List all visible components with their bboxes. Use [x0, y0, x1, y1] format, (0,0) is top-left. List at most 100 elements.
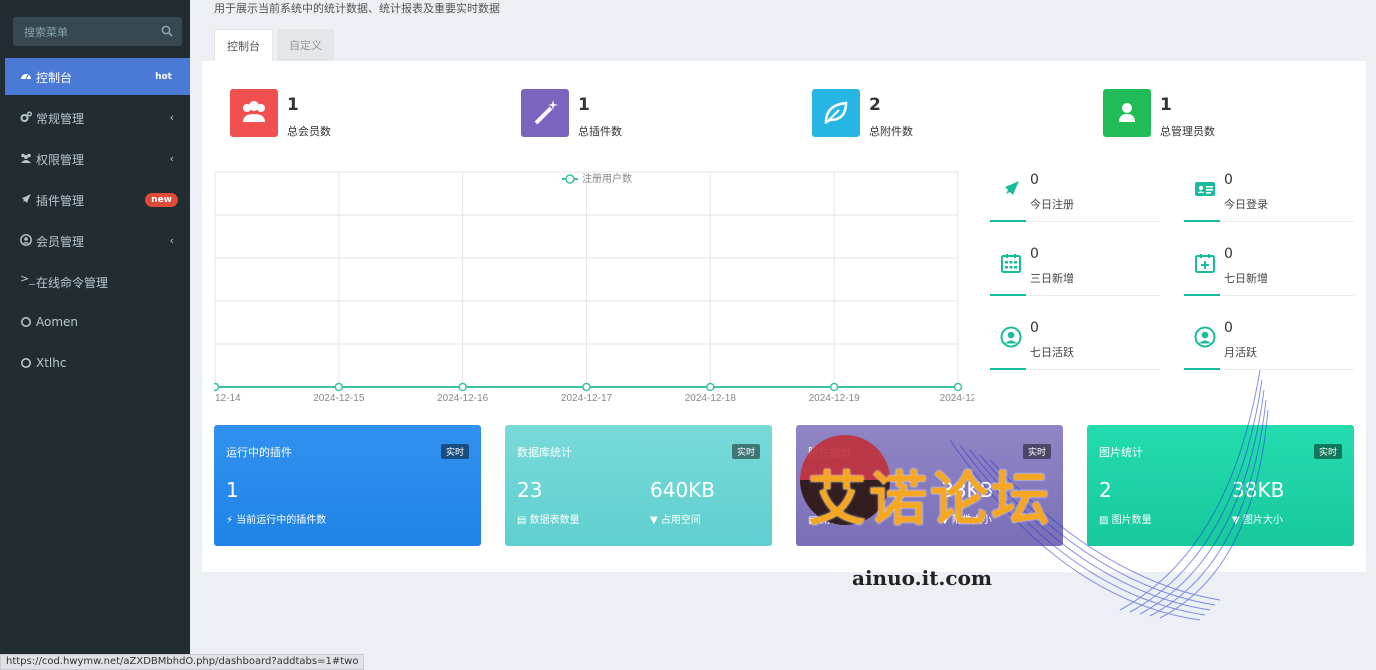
stat-label: 总插件数	[578, 125, 622, 138]
x-tick-label: 12-14	[215, 393, 241, 404]
sidebar-item-dashboard[interactable]: 控制台 hot	[5, 58, 190, 95]
watermark-title: 艾诺论坛	[808, 465, 1053, 533]
calendar-icon	[1001, 254, 1021, 273]
mini-stat-underline	[1184, 368, 1220, 370]
mini-stat-value: 0	[1224, 172, 1233, 188]
circle-icon	[21, 317, 31, 327]
sidebar-item-label: Aomen	[36, 315, 79, 329]
tile-subtitle-text: 图片大小	[1242, 515, 1283, 526]
legend-marker	[565, 174, 575, 184]
user-circle-icon	[1194, 326, 1216, 348]
mini-stat-value: 0	[1030, 172, 1039, 188]
sidebar-item-label: 权限管理	[36, 153, 85, 167]
calendar-plus-icon	[1195, 254, 1215, 273]
mini-stat-label: 七日活跃	[1030, 346, 1074, 359]
stat-value: 2	[869, 95, 881, 115]
group-icon	[21, 153, 31, 163]
tile-subtitle-text: 数据表数量	[529, 515, 580, 526]
data-point	[582, 382, 591, 392]
tile-subtitle: ▤ 数据表数量	[517, 511, 580, 526]
user-icon	[1119, 103, 1135, 122]
leaf-icon	[824, 101, 848, 125]
sidebar: 搜索菜单 控制台 hot 常规管理 ‹ 权限管理 ‹ 插件管理 new 会员管理…	[0, 0, 190, 670]
stat-label: 总附件数	[869, 125, 913, 138]
realtime-badge: 实时	[440, 444, 469, 459]
data-point	[458, 382, 467, 392]
mini-stat-value: 0	[1030, 246, 1039, 262]
search-input[interactable]: 搜索菜单	[13, 17, 182, 46]
image-icon: ▨	[1099, 515, 1109, 526]
mini-stat-value: 0	[1224, 320, 1233, 336]
rocket-icon	[22, 194, 31, 203]
stat-value: 1	[287, 95, 299, 115]
stat-icon-box	[521, 89, 569, 137]
mini-stat-today-register: 0 今日注册	[990, 170, 1160, 222]
mini-stat-underline	[990, 294, 1026, 296]
mini-stat-three-day-new: 0 三日新增	[990, 244, 1160, 296]
stat-icon-box	[1103, 89, 1151, 137]
user-circle-icon	[1000, 326, 1022, 348]
mini-stat-value: 0	[1030, 320, 1039, 336]
tile-subtitle: ▼ 占用空间	[650, 511, 701, 526]
mini-stat-label: 今日登录	[1224, 198, 1268, 211]
x-tick-label: 2024-12-17	[561, 393, 613, 404]
tile-value: 38KB	[1232, 478, 1285, 502]
hot-badge: hot	[149, 70, 178, 84]
mini-stat-label: 三日新增	[1030, 272, 1074, 285]
tab-dashboard[interactable]: 控制台	[214, 29, 273, 62]
mini-stat-underline	[990, 368, 1026, 370]
user-registration-chart: 12-14 2024-12-15 2024-12-16 2024-12-17 2024-…	[214, 171, 974, 404]
tile-running-addons: 运行中的插件 实时 1 ⚡ 当前运行中的插件数	[214, 425, 481, 546]
tile-subtitle: ⚡ 当前运行中的插件数	[226, 511, 326, 526]
mini-stat-label: 月活跃	[1224, 346, 1257, 359]
tile-subtitle-text: 占用空间	[660, 515, 701, 526]
search-icon[interactable]	[161, 25, 173, 37]
terminal-icon: >_	[20, 272, 35, 285]
legend-label: 注册用户数	[582, 172, 632, 185]
tile-title: 运行中的插件	[226, 446, 292, 459]
search-placeholder: 搜索菜单	[24, 26, 68, 39]
mini-stat-today-login: 0 今日登录	[1184, 170, 1354, 222]
filter-icon: ▼	[1232, 515, 1240, 526]
x-tick-label: 2024-12-18	[685, 393, 737, 404]
stat-icon-box	[230, 89, 278, 137]
tile-title: 数据库统计	[517, 446, 572, 459]
circle-icon	[21, 358, 31, 368]
tile-value: 1	[226, 478, 239, 502]
sidebar-item-xtlhc[interactable]: Xtlhc	[5, 345, 190, 382]
sidebar-item-general[interactable]: 常规管理 ‹	[5, 99, 190, 136]
sidebar-item-members[interactable]: 会员管理 ‹	[5, 222, 190, 259]
tab-custom[interactable]: 自定义	[277, 29, 334, 62]
sidebar-item-auth[interactable]: 权限管理 ‹	[5, 140, 190, 177]
realtime-badge: 实时	[731, 444, 760, 459]
sidebar-item-label: 在线命令管理	[36, 276, 109, 290]
rocket-icon	[1005, 181, 1019, 195]
data-point	[953, 382, 963, 392]
data-point	[334, 382, 344, 392]
watermark-domain: ainuo.it.com	[852, 566, 993, 590]
mini-stat-underline	[1184, 220, 1220, 222]
sidebar-item-command[interactable]: >_ 在线命令管理	[5, 263, 190, 300]
sidebar-item-addons[interactable]: 插件管理 new	[5, 181, 190, 218]
tile-subtitle: ▼ 图片大小	[1232, 511, 1283, 526]
stat-label: 总管理员数	[1160, 125, 1215, 138]
data-point	[214, 382, 220, 392]
chevron-left-icon: ‹	[169, 152, 174, 165]
tile-subtitle-text: 图片数量	[1111, 515, 1152, 526]
chevron-left-icon: ‹	[169, 234, 174, 247]
data-point	[706, 382, 715, 392]
mini-stat-month-active: 0 月活跃	[1184, 318, 1354, 370]
users-icon	[243, 101, 265, 122]
x-tick-label: 2024-12-19	[809, 393, 861, 404]
stat-value: 1	[578, 95, 590, 115]
realtime-badge: 实时	[1313, 444, 1342, 459]
tile-value: 23	[517, 478, 543, 502]
dashboard-icon	[21, 74, 31, 80]
id-card-icon	[1195, 182, 1215, 196]
sidebar-item-aomen[interactable]: Aomen	[5, 304, 190, 341]
cogs-icon	[20, 111, 32, 122]
tile-subtitle: ▨ 图片数量	[1099, 511, 1152, 526]
mini-stat-value: 0	[1224, 246, 1233, 262]
x-tick-label: 2024-12	[940, 393, 974, 404]
page-description: 用于展示当前系统中的统计数据、统计报表及重要实时数据	[214, 2, 500, 15]
